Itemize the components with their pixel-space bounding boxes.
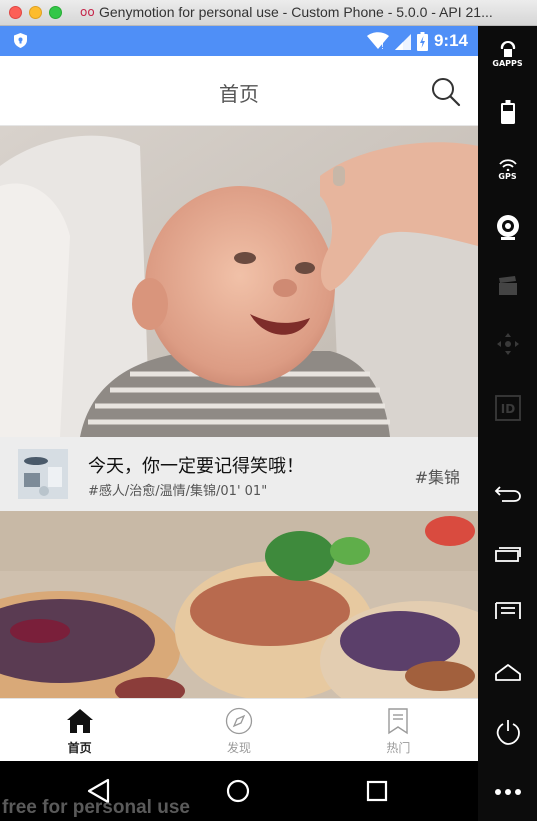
android-nav-bar: free for personal use	[0, 761, 478, 821]
tab-discover[interactable]: 发现	[159, 699, 318, 761]
genymotion-logo-icon: oo	[80, 5, 95, 19]
feed-card-image-food[interactable]	[0, 511, 478, 698]
feed-card-subtitle: #感人/治愈/温情/集锦/01' 01"	[88, 484, 268, 499]
search-icon[interactable]	[430, 76, 462, 108]
sidebar-back-button[interactable]	[478, 474, 537, 514]
clapperboard-icon	[498, 276, 517, 295]
id-icon: ID	[494, 395, 521, 421]
app-bar: 首页	[0, 56, 478, 126]
feed-card-thumbnail	[18, 449, 68, 499]
gps-label: GPS	[498, 172, 517, 181]
window-minimize-button[interactable]	[29, 6, 42, 19]
tab-hot-label: 热门	[386, 741, 411, 755]
window-close-button[interactable]	[9, 6, 22, 19]
tab-hot[interactable]: 热门	[319, 699, 478, 761]
battery-icon	[500, 100, 515, 124]
home-circle-icon[interactable]	[222, 775, 254, 807]
tab-home-label: 首页	[67, 741, 92, 755]
shield-icon	[14, 33, 27, 48]
feed-card-meta[interactable]: 今天，你一定要记得笑哦！ #感人/治愈/温情/集锦/01' 01" #集锦	[0, 437, 478, 511]
power-icon	[496, 720, 520, 745]
feed-card-title: 今天，你一定要记得笑哦！	[88, 456, 304, 477]
sidebar-home-button[interactable]	[478, 652, 537, 692]
recents-icon[interactable]	[361, 775, 393, 807]
power-button[interactable]	[478, 712, 537, 752]
food-photo-illustration	[0, 511, 478, 698]
bottom-tab-bar: 首页 发现 热门	[0, 698, 478, 761]
battery-button[interactable]	[478, 92, 537, 132]
tab-home[interactable]: 首页	[0, 699, 159, 761]
phone-screen: ! 9:14 首页 今天，你一定要记得笑哦！ #感人/治愈/温情/集锦/01' …	[0, 26, 478, 761]
more-icon	[494, 789, 521, 795]
bookmark-icon	[388, 708, 409, 735]
baby-photo-illustration	[0, 126, 478, 437]
dpad-icon	[496, 333, 519, 355]
capture-button[interactable]	[478, 266, 537, 306]
gps-button[interactable]: GPS	[478, 150, 537, 190]
signal-icon	[394, 34, 411, 50]
back-arrow-icon	[494, 486, 521, 502]
feed-card-tag[interactable]: #集锦	[415, 464, 460, 488]
gapps-icon	[500, 41, 515, 57]
watermark-text: free for personal use	[2, 797, 190, 818]
gapps-button[interactable]: GAPPS	[478, 34, 537, 74]
device-id-button[interactable]: ID	[478, 388, 537, 428]
window-maximize-button[interactable]	[49, 6, 62, 19]
svg-text:!: !	[381, 42, 384, 50]
webcam-icon	[496, 215, 519, 240]
genymotion-sidebar: GAPPS GPS ID	[478, 26, 537, 821]
gps-icon	[498, 159, 517, 171]
feed-card-image-baby[interactable]	[0, 126, 478, 437]
gapps-label: GAPPS	[492, 59, 523, 68]
window-title-bar: oo Genymotion for personal use - Custom …	[0, 0, 537, 26]
battery-charging-icon	[416, 31, 428, 51]
more-button[interactable]	[478, 772, 537, 812]
feed-list[interactable]: 今天，你一定要记得笑哦！ #感人/治愈/温情/集锦/01' 01" #集锦	[0, 126, 478, 698]
tab-discover-label: 发现	[226, 741, 251, 755]
compass-icon	[225, 707, 253, 735]
home-icon	[494, 664, 521, 681]
dpad-button[interactable]	[478, 324, 537, 364]
sidebar-recent-apps-button[interactable]	[478, 533, 537, 573]
recent-apps-icon	[494, 547, 521, 562]
sidebar-menu-button[interactable]	[478, 591, 537, 631]
id-label: ID	[500, 402, 514, 416]
window-title: Genymotion for personal use - Custom Pho…	[99, 4, 493, 20]
status-time: 9:14	[433, 31, 468, 50]
home-icon	[66, 709, 93, 733]
page-title: 首页	[219, 82, 259, 106]
menu-icon	[494, 602, 521, 619]
webcam-button[interactable]	[478, 208, 537, 248]
wifi-icon: !	[366, 32, 389, 50]
status-bar: ! 9:14	[0, 26, 478, 56]
